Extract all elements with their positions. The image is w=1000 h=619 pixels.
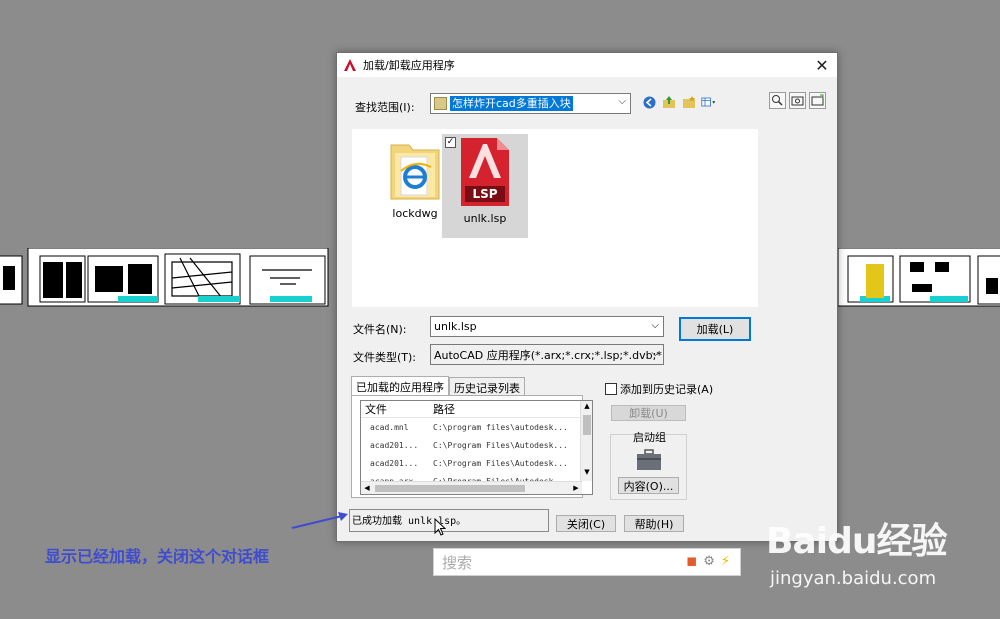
search-input[interactable]: 搜索 ◼ ⚙ ⚡ xyxy=(433,548,741,576)
add-to-startup-icon[interactable] xyxy=(809,92,826,109)
list-item[interactable]: acad201... C:\Program Files\Autodesk... xyxy=(361,436,592,454)
dialog-tools xyxy=(769,92,826,109)
filename-value: unlk.lsp xyxy=(434,320,477,333)
file-name: lockdwg xyxy=(392,207,438,220)
scroll-left-icon[interactable]: ◀ xyxy=(361,482,373,494)
search-tools: ◼ ⚙ ⚡ xyxy=(686,554,730,569)
selection-checkbox[interactable]: ✓ xyxy=(445,137,456,148)
scroll-thumb[interactable] xyxy=(583,415,591,435)
loaded-applications-list[interactable]: 文件 路径 acad.mnl C:\program files\autodesk… xyxy=(360,400,593,495)
navigation-toolbar xyxy=(641,94,717,110)
file-item-lsp[interactable]: ✓ LSP unlk.lsp xyxy=(442,134,528,238)
image-search-icon[interactable]: ◼ xyxy=(686,554,697,569)
chevron-down-icon: ⌵ xyxy=(618,96,626,107)
scroll-thumb[interactable] xyxy=(375,485,525,492)
filetype-value: AutoCAD 应用程序(*.arx;*.crx;*.lsp;*.dvb;*.d… xyxy=(434,348,664,362)
locate-folder-icon[interactable] xyxy=(789,92,806,109)
chevron-down-icon: ⌵ xyxy=(651,320,659,331)
status-bar: 已成功加载 unlk.lsp。 xyxy=(349,509,549,532)
watermark-url: jingyan.baidu.com xyxy=(770,568,937,589)
checkbox-box[interactable] xyxy=(605,383,617,395)
load-button[interactable]: 加载(L) xyxy=(679,317,751,341)
startup-group-label: 启动组 xyxy=(633,431,666,444)
up-folder-icon[interactable] xyxy=(661,94,677,110)
new-folder-icon[interactable] xyxy=(681,94,697,110)
vertical-scrollbar[interactable]: ▲ ▼ xyxy=(580,401,592,481)
folder-ie-icon xyxy=(390,144,440,200)
search-placeholder: 搜索 xyxy=(442,553,473,572)
baidu-watermark: Baidu经验 jingyan.baidu.com xyxy=(766,512,947,589)
scroll-up-icon[interactable]: ▲ xyxy=(581,402,592,414)
file-browser-pane: lockdwg ✓ LSP unlk.lsp xyxy=(352,129,758,307)
lightning-icon[interactable]: ⚡ xyxy=(721,554,730,569)
loaded-applications-panel: 文件 路径 acad.mnl C:\program files\autodesk… xyxy=(351,395,593,498)
folder-icon xyxy=(434,97,447,110)
scroll-down-icon[interactable]: ▼ xyxy=(581,468,592,480)
load-unload-applications-dialog: 加载/卸载应用程序 ✕ 查找范围(I): 怎样炸开cad多重插入块 ⌵ lock… xyxy=(336,52,838,542)
tab-history-list[interactable]: 历史记录列表 xyxy=(449,377,525,395)
list-item[interactable]: acad201... C:\Program Files\Autodesk... xyxy=(361,454,592,472)
look-in-label: 查找范围(I): xyxy=(355,101,415,114)
filename-label: 文件名(N): xyxy=(353,323,407,336)
applications-tabs: 已加载的应用程序 历史记录列表 xyxy=(351,376,525,396)
dialog-titlebar: 加载/卸载应用程序 ✕ xyxy=(337,53,837,77)
list-header: 文件 路径 xyxy=(361,401,592,418)
startup-suite-group: 启动组 内容(O)... xyxy=(610,431,687,500)
list-item[interactable]: acad.mnl C:\program files\autodesk... xyxy=(361,418,592,436)
status-message: 已成功加载 unlk.lsp。 xyxy=(352,516,467,527)
close-button[interactable]: 关闭(C) xyxy=(556,515,616,532)
contents-button[interactable]: 内容(O)... xyxy=(618,477,679,494)
settings-icon[interactable]: ⚙ xyxy=(703,554,715,569)
list-item-path: C:\Program Files\Autodesk... xyxy=(433,440,568,450)
chevron-down-icon: ⌵ xyxy=(651,348,659,359)
add-to-history-label: 添加到历史记录(A) xyxy=(620,383,714,396)
list-item-file: acad201... xyxy=(370,440,419,450)
column-path[interactable]: 路径 xyxy=(431,401,455,417)
briefcase-icon xyxy=(637,449,661,470)
file-badge: LSP xyxy=(472,187,497,201)
views-menu-icon[interactable] xyxy=(701,94,717,110)
look-in-dropdown[interactable]: 怎样炸开cad多重插入块 ⌵ xyxy=(430,93,631,114)
tab-loaded-applications[interactable]: 已加载的应用程序 xyxy=(351,376,449,395)
list-item-file: acad201... xyxy=(370,458,419,468)
annotation-arrow-icon xyxy=(291,512,348,529)
column-file[interactable]: 文件 xyxy=(361,401,431,417)
filename-field[interactable]: unlk.lsp ⌵ xyxy=(430,316,664,337)
unload-button[interactable]: 卸载(U) xyxy=(611,405,686,421)
look-in-value: 怎样炸开cad多重插入块 xyxy=(450,96,573,111)
find-file-icon[interactable] xyxy=(769,92,786,109)
filetype-label: 文件类型(T): xyxy=(353,351,417,364)
annotation-text: 显示已经加载，关闭这个对话框 xyxy=(45,547,270,566)
close-icon[interactable]: ✕ xyxy=(807,53,837,77)
filetype-dropdown[interactable]: AutoCAD 应用程序(*.arx;*.crx;*.lsp;*.dvb;*.d… xyxy=(430,344,664,365)
watermark-brand: Baidu经验 xyxy=(766,521,947,562)
mouse-cursor-icon xyxy=(434,518,446,536)
help-button[interactable]: 帮助(H) xyxy=(624,515,684,532)
file-name: unlk.lsp xyxy=(463,212,507,225)
horizontal-scrollbar[interactable]: ◀ ▶ xyxy=(361,481,582,494)
list-item-path: C:\Program Files\Autodesk... xyxy=(433,458,568,468)
list-item-file: acad.mnl xyxy=(370,422,409,432)
back-icon[interactable] xyxy=(641,94,657,110)
add-to-history-checkbox[interactable]: 添加到历史记录(A) xyxy=(605,381,713,397)
scroll-right-icon[interactable]: ▶ xyxy=(570,482,582,494)
dialog-title: 加载/卸载应用程序 xyxy=(363,59,455,72)
autocad-app-icon xyxy=(344,59,356,71)
list-item-path: C:\program files\autodesk... xyxy=(433,422,568,432)
lsp-file-icon: LSP xyxy=(461,138,509,206)
